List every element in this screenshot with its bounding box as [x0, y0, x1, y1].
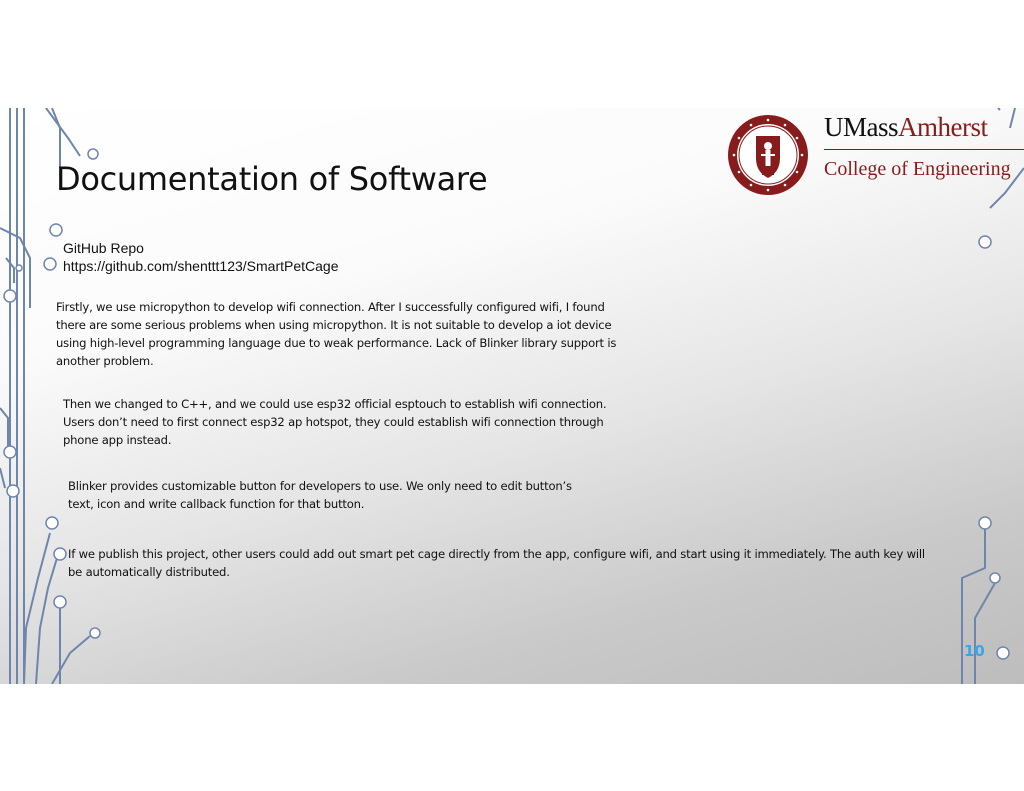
- umass-seal-logo: [728, 115, 808, 195]
- repo-link[interactable]: https://github.com/shenttt123/SmartPetCa…: [63, 257, 339, 275]
- brand-college: College of Engineering: [824, 158, 1011, 180]
- brand-name-umass: UMass: [824, 112, 899, 142]
- slide-title: Documentation of Software: [56, 160, 488, 198]
- umass-amherst-wordmark: UMassAmherst: [824, 112, 988, 143]
- repo-label: GitHub Repo: [63, 240, 144, 256]
- paragraph-publish: If we publish this project, other users …: [68, 547, 925, 579]
- brand-divider: [824, 149, 1024, 150]
- slide: Documentation of Software UMassAmherst C…: [0, 108, 1024, 684]
- brand-name-amherst: Amherst: [898, 112, 988, 142]
- repo-block: GitHub Repo https://github.com/shenttt12…: [63, 239, 339, 275]
- paragraph-blinker-button: Blinker provides customizable button for…: [68, 479, 572, 511]
- page-number: 10: [964, 642, 985, 660]
- paragraph-micropython: Firstly, we use micropython to develop w…: [56, 300, 617, 368]
- paragraph-cpp-esptouch: Then we changed to C++, and we could use…: [63, 397, 607, 447]
